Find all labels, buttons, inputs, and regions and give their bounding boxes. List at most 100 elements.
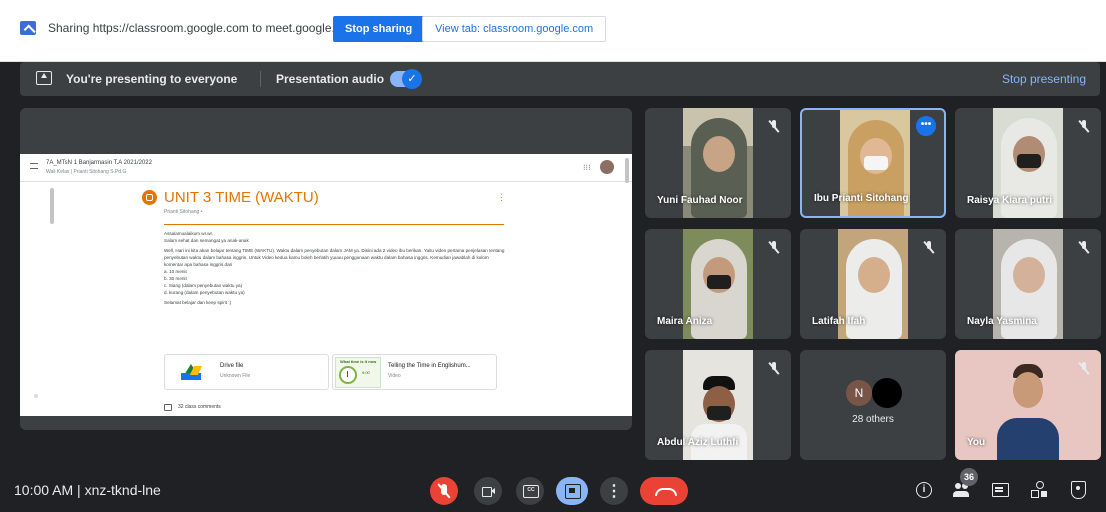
mic-off-icon bbox=[769, 120, 779, 134]
more-options-icon[interactable]: ••• bbox=[916, 116, 936, 136]
clock-icon bbox=[339, 366, 357, 384]
avatar: N bbox=[846, 380, 872, 406]
video-attachment[interactable]: What time is it now 9:00 Telling the Tim… bbox=[332, 354, 497, 390]
body-line: a. 10 menit bbox=[164, 269, 187, 274]
divider bbox=[164, 224, 504, 225]
body-line: Selamat belajar dan keep spirit :) bbox=[164, 300, 232, 305]
mic-off-icon bbox=[769, 241, 779, 255]
shared-classroom-page: 7A_MTsN 1 Banjarmasin T.A 2021/2022 Wali… bbox=[20, 154, 632, 416]
scrollbar bbox=[50, 188, 54, 224]
body-line: Salam sehat dan semangat ya anak-anak bbox=[164, 238, 249, 243]
attachment-title: Telling the Time in Englishum... bbox=[388, 363, 471, 369]
mic-off-icon bbox=[1079, 241, 1089, 255]
more-options-button[interactable] bbox=[600, 477, 628, 505]
avatar bbox=[600, 160, 614, 174]
body-line: b. 30 menit bbox=[164, 276, 187, 281]
drive-file-attachment[interactable]: Drive file Unknown File bbox=[164, 354, 329, 390]
attachment-subtitle: Unknown File bbox=[220, 373, 251, 379]
class-title: 7A_MTsN 1 Banjarmasin T.A 2021/2022 bbox=[46, 160, 152, 166]
chat-button[interactable] bbox=[990, 480, 1010, 500]
screen-share-icon bbox=[20, 21, 36, 35]
participant-name: Latifah Ifah bbox=[812, 316, 866, 327]
participant-tile[interactable]: Abdul Aziz Luthfi bbox=[645, 350, 791, 460]
host-controls-button[interactable] bbox=[1068, 480, 1088, 500]
post-title: UNIT 3 TIME (WAKTU) bbox=[164, 189, 319, 206]
face-mask bbox=[1017, 154, 1041, 168]
thumbnail-time: 9:00 bbox=[362, 370, 370, 375]
captions-button[interactable] bbox=[516, 477, 544, 505]
camera-button[interactable] bbox=[474, 477, 502, 505]
participant-tile[interactable]: Maira Aniza bbox=[645, 229, 791, 339]
stop-presenting-button[interactable]: Stop presenting bbox=[1002, 72, 1086, 86]
assignment-icon bbox=[142, 190, 157, 205]
mic-off-button[interactable] bbox=[430, 477, 458, 505]
attachment-subtitle: Video bbox=[388, 373, 401, 379]
class-comments-link[interactable]: 32 class comments bbox=[178, 404, 221, 410]
participant-name: Nayla Yasmina bbox=[967, 316, 1037, 327]
presentation-audio-label: Presentation audio bbox=[276, 72, 385, 86]
participant-name: Raisya Kiara putri bbox=[967, 195, 1053, 206]
mic-off-icon bbox=[1079, 362, 1089, 376]
participant-tile[interactable]: Raisya Kiara putri bbox=[955, 108, 1101, 218]
comments-icon bbox=[164, 404, 172, 411]
presenting-label: You're presenting to everyone bbox=[66, 72, 238, 86]
participant-name: Yuni Fauhad Noor bbox=[657, 195, 743, 206]
participant-tile[interactable]: Yuni Fauhad Noor bbox=[645, 108, 791, 218]
scrollbar bbox=[625, 158, 629, 183]
body-line: Well, Hari ini kita akan belajar tentang… bbox=[164, 248, 505, 267]
menu-icon bbox=[30, 163, 38, 169]
meeting-time-and-code: 10:00 AM | xnz-tknd-lne bbox=[14, 482, 161, 498]
stop-sharing-button[interactable]: Stop sharing bbox=[333, 16, 425, 42]
body-line: Assalamualaikum wr.wr. bbox=[164, 231, 214, 236]
others-count-label: 28 others bbox=[852, 414, 894, 425]
body-line: d. kurang (dalam penyebutan waktu ya) bbox=[164, 290, 245, 295]
screen-share-bar: Sharing https://classroom.google.com to … bbox=[0, 0, 1106, 62]
participant-tile[interactable]: Nayla Yasmina bbox=[955, 229, 1101, 339]
face-mask bbox=[707, 275, 731, 289]
face-mask bbox=[864, 156, 888, 170]
check-icon: ✓ bbox=[402, 69, 422, 89]
participant-face bbox=[858, 257, 890, 293]
participant-name: Maira Aniza bbox=[657, 316, 713, 327]
activities-button[interactable] bbox=[1030, 480, 1050, 500]
post-author: Prianti Sitohang • bbox=[164, 209, 203, 215]
presentation-tile: 7A_MTsN 1 Banjarmasin T.A 2021/2022 Wali… bbox=[20, 108, 632, 430]
face-mask bbox=[707, 406, 731, 420]
view-tab-button[interactable]: View tab: classroom.google.com bbox=[422, 16, 607, 42]
avatar bbox=[872, 378, 902, 408]
presenting-banner: You're presenting to everyone Presentati… bbox=[20, 62, 1100, 96]
participant-tile-active[interactable]: ••• Ibu Prianti Sitohang bbox=[800, 108, 946, 218]
present-now-button[interactable] bbox=[556, 477, 588, 505]
drive-icon bbox=[181, 364, 201, 380]
attachment-title: Drive file bbox=[220, 363, 244, 369]
body-line: c. Siang (dalam penyebutan waktu ya) bbox=[164, 283, 243, 288]
apps-grid-icon: ⁝⁝⁝ bbox=[583, 163, 591, 172]
self-tile[interactable]: You bbox=[955, 350, 1101, 460]
present-screen-icon bbox=[36, 71, 52, 85]
dot-icon bbox=[34, 394, 38, 398]
thumbnail-caption: What time is it now bbox=[340, 359, 377, 364]
mic-off-icon bbox=[1079, 120, 1089, 134]
presentation-audio-toggle[interactable]: ✓ bbox=[390, 69, 422, 89]
video-thumbnail: What time is it now 9:00 bbox=[335, 357, 381, 388]
participant-name: Abdul Aziz Luthfi bbox=[657, 437, 739, 448]
participant-tile[interactable]: Latifah Ifah bbox=[800, 229, 946, 339]
others-tile[interactable]: N 28 others bbox=[800, 350, 946, 460]
class-subtitle: Wali Kelas | Prianti Sitohang S.Pd.G bbox=[46, 169, 127, 175]
participant-face bbox=[1013, 372, 1043, 408]
participant-name: Ibu Prianti Sitohang bbox=[814, 193, 909, 204]
more-options-icon: ⋮ bbox=[497, 192, 506, 202]
mic-off-icon bbox=[769, 362, 779, 376]
sharing-message: Sharing https://classroom.google.com to … bbox=[48, 21, 358, 35]
meeting-details-button[interactable] bbox=[914, 480, 934, 500]
leave-call-button[interactable] bbox=[640, 477, 688, 505]
mic-off-icon bbox=[924, 241, 934, 255]
post-body: Assalamualaikum wr.wr. Salam sehat dan s… bbox=[164, 230, 509, 309]
people-count-badge: 36 bbox=[960, 468, 978, 486]
participant-face bbox=[703, 136, 735, 172]
divider bbox=[260, 71, 261, 87]
participant-face bbox=[1013, 257, 1045, 293]
participant-jacket bbox=[997, 418, 1059, 460]
classroom-header: 7A_MTsN 1 Banjarmasin T.A 2021/2022 Wali… bbox=[20, 154, 632, 183]
participant-name: You bbox=[967, 437, 986, 448]
